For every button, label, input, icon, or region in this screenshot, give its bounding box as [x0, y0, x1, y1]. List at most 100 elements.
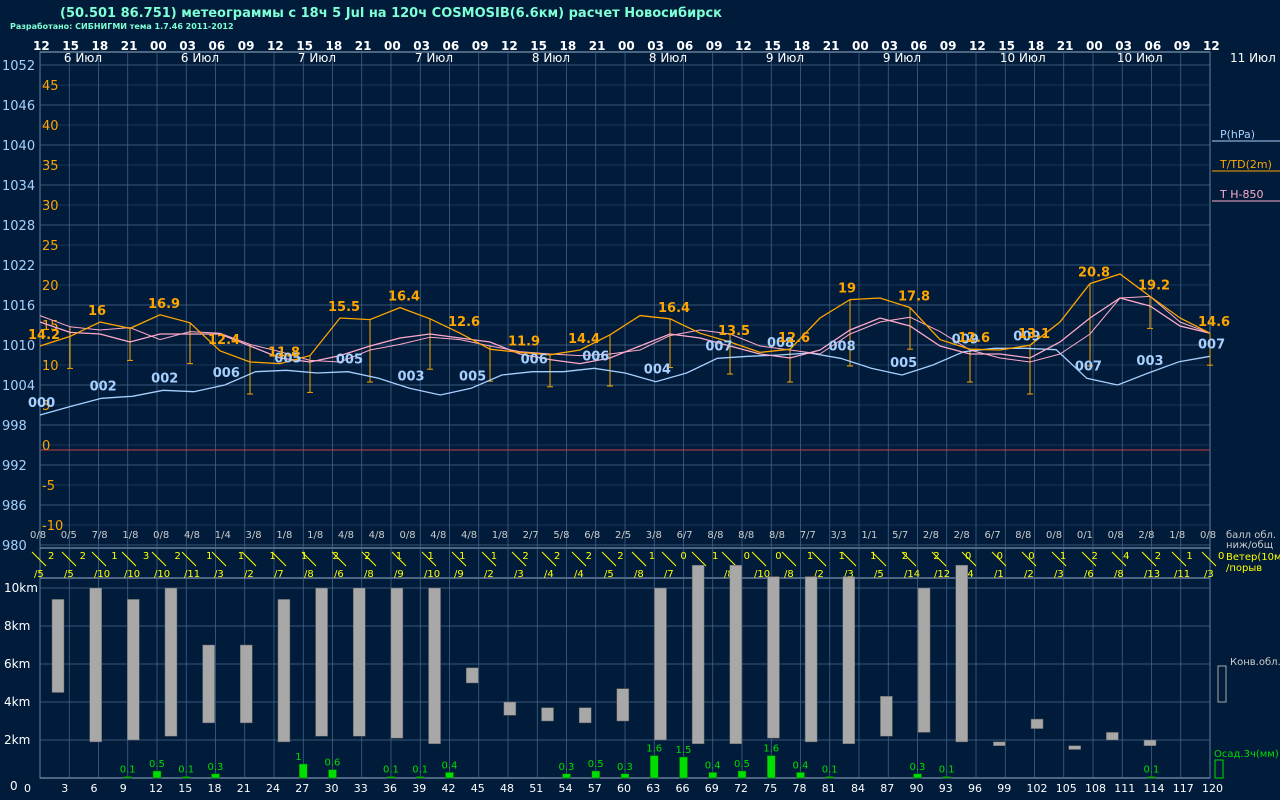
- conv-cloud-bar: [390, 587, 404, 739]
- wind-gust-label: /10: [94, 569, 110, 580]
- hour-label: 09: [238, 39, 255, 53]
- wind-gust-label: /9: [454, 569, 464, 580]
- forecast-hour-label: 114: [1144, 782, 1165, 795]
- pressure-value-label: 002: [90, 379, 117, 394]
- cloud-cover-label: 2/5: [615, 530, 631, 541]
- pressure-tick: 998: [2, 419, 27, 434]
- wind-speed-label: 1: [807, 551, 813, 562]
- wind-speed-label: 0: [997, 551, 1003, 562]
- meteogram-chart: 1052104610401034102810221016101010049989…: [2, 39, 1280, 795]
- temp-value-label: 16.9: [148, 297, 180, 312]
- forecast-hour-label: 102: [1027, 782, 1048, 795]
- forecast-hour-label: 6: [91, 782, 98, 795]
- hour-label: 09: [940, 39, 957, 53]
- forecast-hour-label: 120: [1202, 782, 1223, 795]
- conv-cloud-bar: [955, 564, 968, 743]
- pressure-value-label: 006: [521, 353, 548, 368]
- conv-cloud-bar: [578, 707, 592, 724]
- wind-gust-label: /8: [304, 569, 314, 580]
- wind-arrow: [91, 551, 107, 567]
- cloud-cover-label: 0/8: [399, 530, 415, 541]
- cloud-cover-label: 1/8: [122, 530, 138, 541]
- conv-cloud-bar: [352, 587, 366, 737]
- temp-tick: 0: [42, 439, 50, 454]
- precip-bar: [650, 755, 659, 779]
- wind-speed-label: 1: [870, 551, 876, 562]
- precip-bar: [211, 773, 220, 779]
- pressure-value-label: 006: [582, 349, 609, 364]
- wind-speed-label: 2: [1155, 551, 1161, 562]
- forecast-hour-label: 21: [237, 782, 251, 795]
- forecast-hour-label: 12: [149, 782, 163, 795]
- forecast-hour-label: 75: [763, 782, 777, 795]
- forecast-hour-label: 27: [295, 782, 309, 795]
- temp-tick: 35: [42, 159, 59, 174]
- wind-arrow: [211, 551, 227, 567]
- temp-value-label: 14.6: [1198, 315, 1230, 330]
- km-tick: 6km: [4, 657, 30, 671]
- precip-bar: [913, 773, 922, 779]
- forecast-hour-label: 90: [910, 782, 924, 795]
- wind-speed-label: 1: [1060, 551, 1066, 562]
- wind-speed-label: 1: [301, 551, 307, 562]
- wind-speed-label: 2: [902, 551, 908, 562]
- precip-label: 0.4: [705, 760, 721, 771]
- pressure-tick: 980: [2, 539, 27, 554]
- wind-speed-label: 2: [333, 551, 339, 562]
- conv-cloud-bar: [277, 599, 291, 743]
- precip-label: 1.5: [676, 745, 692, 756]
- legend-precip: Осад.3ч(мм): [1214, 749, 1279, 760]
- wind-arrow: [1171, 551, 1187, 567]
- cloud-cover-label: 1/1: [861, 530, 877, 541]
- wind-speed-label: 1: [238, 551, 244, 562]
- legend-conv-mark: [1217, 665, 1227, 703]
- hour-label: 21: [823, 39, 840, 53]
- temp-value-label: 17.8: [898, 290, 930, 305]
- wind-gust-label: /6: [334, 569, 344, 580]
- forecast-hour-label: 48: [500, 782, 514, 795]
- conv-cloud-bar: [767, 576, 780, 739]
- wind-arrow: [631, 551, 647, 567]
- hour-label: 21: [355, 39, 372, 53]
- legend-wind: Ветер(10м): [1226, 552, 1280, 563]
- temp-value-label: 12.4: [208, 333, 240, 348]
- wind-gust-label: /8: [1114, 569, 1124, 580]
- hour-label: 12: [969, 39, 986, 53]
- wind-speed-label: 2: [174, 551, 180, 562]
- precip-label: 0.1: [120, 765, 136, 776]
- forecast-hour-label: 39: [412, 782, 426, 795]
- legend-gust: /порыв: [1226, 563, 1262, 574]
- conv-cloud-bar: [1143, 739, 1157, 746]
- temp-value-label: 12.6: [778, 331, 810, 346]
- forecast-hour-label: 63: [646, 782, 660, 795]
- cloud-cover-label: 1/4: [215, 530, 231, 541]
- wind-speed-label: 1: [427, 551, 433, 562]
- pressure-value-label: 002: [151, 371, 178, 386]
- forecast-hour-label: 60: [617, 782, 631, 795]
- wind-gust-label: /13: [1144, 569, 1160, 580]
- temp-value-label: 20.8: [1078, 266, 1110, 281]
- cloud-cover-label: 1/8: [492, 530, 508, 541]
- temp-value-label: 16.4: [388, 290, 420, 305]
- cloud-cover-label: 0/8: [30, 530, 46, 541]
- wind-speed-label: 1: [396, 551, 402, 562]
- wind-speed-label: 1: [269, 551, 275, 562]
- wind-speed-label: 0: [775, 551, 781, 562]
- pressure-value-label: 006: [213, 366, 240, 381]
- precip-label: 0.3: [910, 762, 926, 773]
- cloud-cover-label: 4/8: [430, 530, 446, 541]
- precip-bar: [796, 772, 805, 779]
- precip-bar: [679, 756, 688, 779]
- km-tick: 4km: [4, 695, 30, 709]
- wind-gust-label: /3: [514, 569, 524, 580]
- forecast-hour-label: 51: [529, 782, 543, 795]
- wind-gust-label: /2: [484, 569, 494, 580]
- conv-cloud-bar: [89, 587, 102, 743]
- cloud-cover-label: 6/7: [677, 530, 693, 541]
- date-label: 11 Июл: [1230, 51, 1276, 65]
- wind-gust-label: /14: [904, 569, 920, 580]
- forecast-hour-label: 96: [968, 782, 982, 795]
- precip-label: 0.1: [178, 765, 194, 776]
- pressure-value-label: 007: [1198, 337, 1225, 352]
- wind-speed-label: 0: [1218, 551, 1224, 562]
